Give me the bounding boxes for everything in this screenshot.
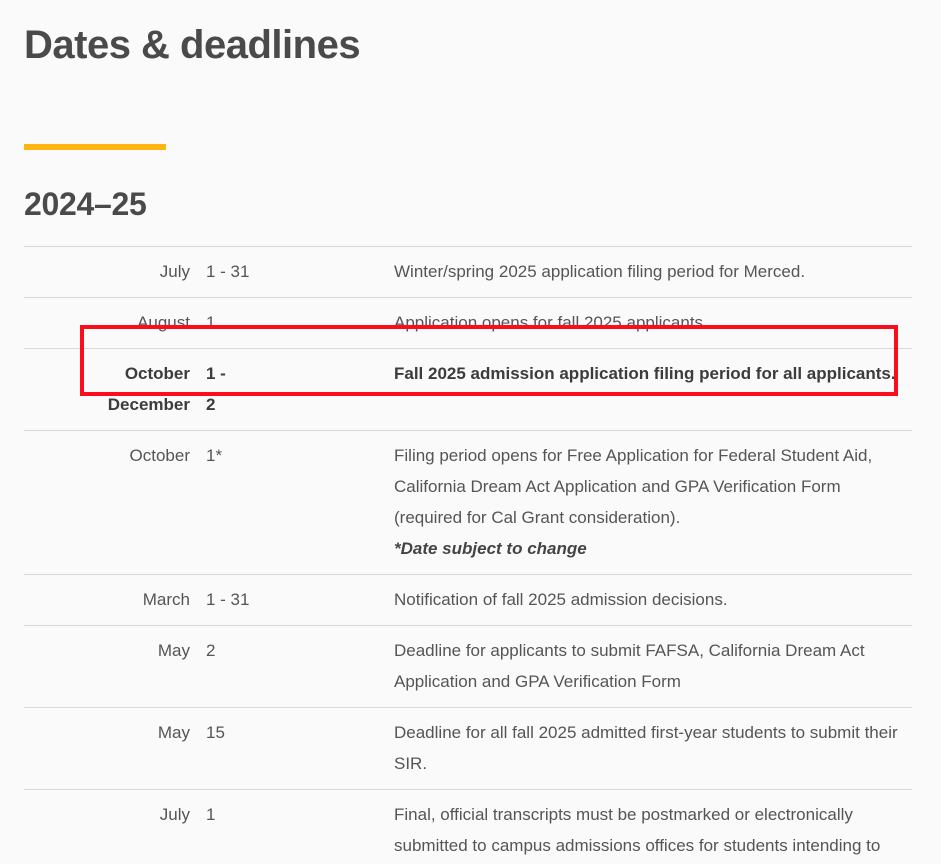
row-note: *Date subject to change bbox=[394, 539, 587, 558]
row-day: 1 - 2 bbox=[206, 364, 226, 414]
row-description: Application opens for fall 2025 applican… bbox=[394, 298, 912, 349]
row-description: Winter/spring 2025 application filing pe… bbox=[394, 247, 912, 298]
row-day: 15 bbox=[206, 723, 225, 742]
table-row: March 1 - 31 Notification of fall 2025 adm… bbox=[24, 574, 912, 626]
row-description-text: Final, official transcripts must be post… bbox=[394, 805, 881, 855]
row-day: 2 bbox=[206, 641, 216, 660]
row-month: March bbox=[142, 590, 190, 609]
row-month: July bbox=[159, 262, 190, 281]
row-month: July bbox=[159, 805, 190, 824]
row-day: 1* bbox=[206, 446, 223, 465]
table-body: July 1 - 31 Winter/spring 2025 application… bbox=[24, 246, 912, 864]
row-month: October bbox=[129, 446, 190, 465]
row-description: Filing period opens for Free Application… bbox=[394, 431, 912, 575]
row-description: Notification of fall 2025 admission deci… bbox=[394, 575, 912, 626]
row-description: Fall 2025 admission application filing p… bbox=[394, 349, 912, 431]
row-day: 1 - 31 bbox=[206, 262, 250, 281]
row-day: 1 bbox=[206, 313, 216, 332]
row-month: August bbox=[137, 313, 190, 332]
row-description-text: Application opens for fall 2025 applican… bbox=[394, 313, 708, 332]
row-description-text: Fall 2025 admission application filing p… bbox=[394, 364, 896, 383]
year-heading: 2024–25 bbox=[24, 186, 147, 222]
row-description-text: Deadline for all fall 2025 admitted firs… bbox=[394, 723, 898, 773]
row-day: 1 bbox=[206, 805, 216, 824]
table-row: July 1 Final, official transcripts must be… bbox=[24, 789, 912, 864]
row-day: 1 - 31 bbox=[206, 590, 250, 609]
row-description-text: Deadline for applicants to submit FAFSA,… bbox=[394, 641, 865, 691]
row-description: Final, official transcripts must be post… bbox=[394, 790, 912, 864]
accent-bar bbox=[24, 144, 166, 150]
row-month: May bbox=[157, 723, 190, 742]
row-month: October December bbox=[107, 364, 190, 414]
row-description-text: Notification of fall 2025 admission deci… bbox=[394, 590, 728, 609]
table-row: October December 1 - 2 Fall 2025 admission… bbox=[24, 348, 912, 431]
row-description-text: Filing period opens for Free Application… bbox=[394, 446, 873, 527]
table-row: May 15 Deadline for all fall 2025 admitted… bbox=[24, 707, 912, 790]
row-month: May bbox=[157, 641, 190, 660]
row-description: Deadline for all fall 2025 admitted firs… bbox=[394, 708, 912, 790]
table-row: May 2 Deadline for applicants to submit FA… bbox=[24, 625, 912, 708]
table-row: July 1 - 31 Winter/spring 2025 application… bbox=[24, 246, 912, 298]
page-title: Dates & deadlines bbox=[24, 23, 361, 67]
table-row: August 1 Application opens for fall 2025 a… bbox=[24, 297, 912, 349]
table-row: October 1* Filing period opens for Free Ap… bbox=[24, 430, 912, 575]
row-description: Deadline for applicants to submit FAFSA,… bbox=[394, 626, 912, 708]
dates-deadlines-table: July 1 - 31 Winter/spring 2025 application… bbox=[24, 246, 912, 864]
dates-deadlines-page: Dates & deadlines 2024–25 July 1 - 31 Wint… bbox=[0, 0, 941, 864]
row-description-text: Winter/spring 2025 application filing pe… bbox=[394, 262, 806, 281]
